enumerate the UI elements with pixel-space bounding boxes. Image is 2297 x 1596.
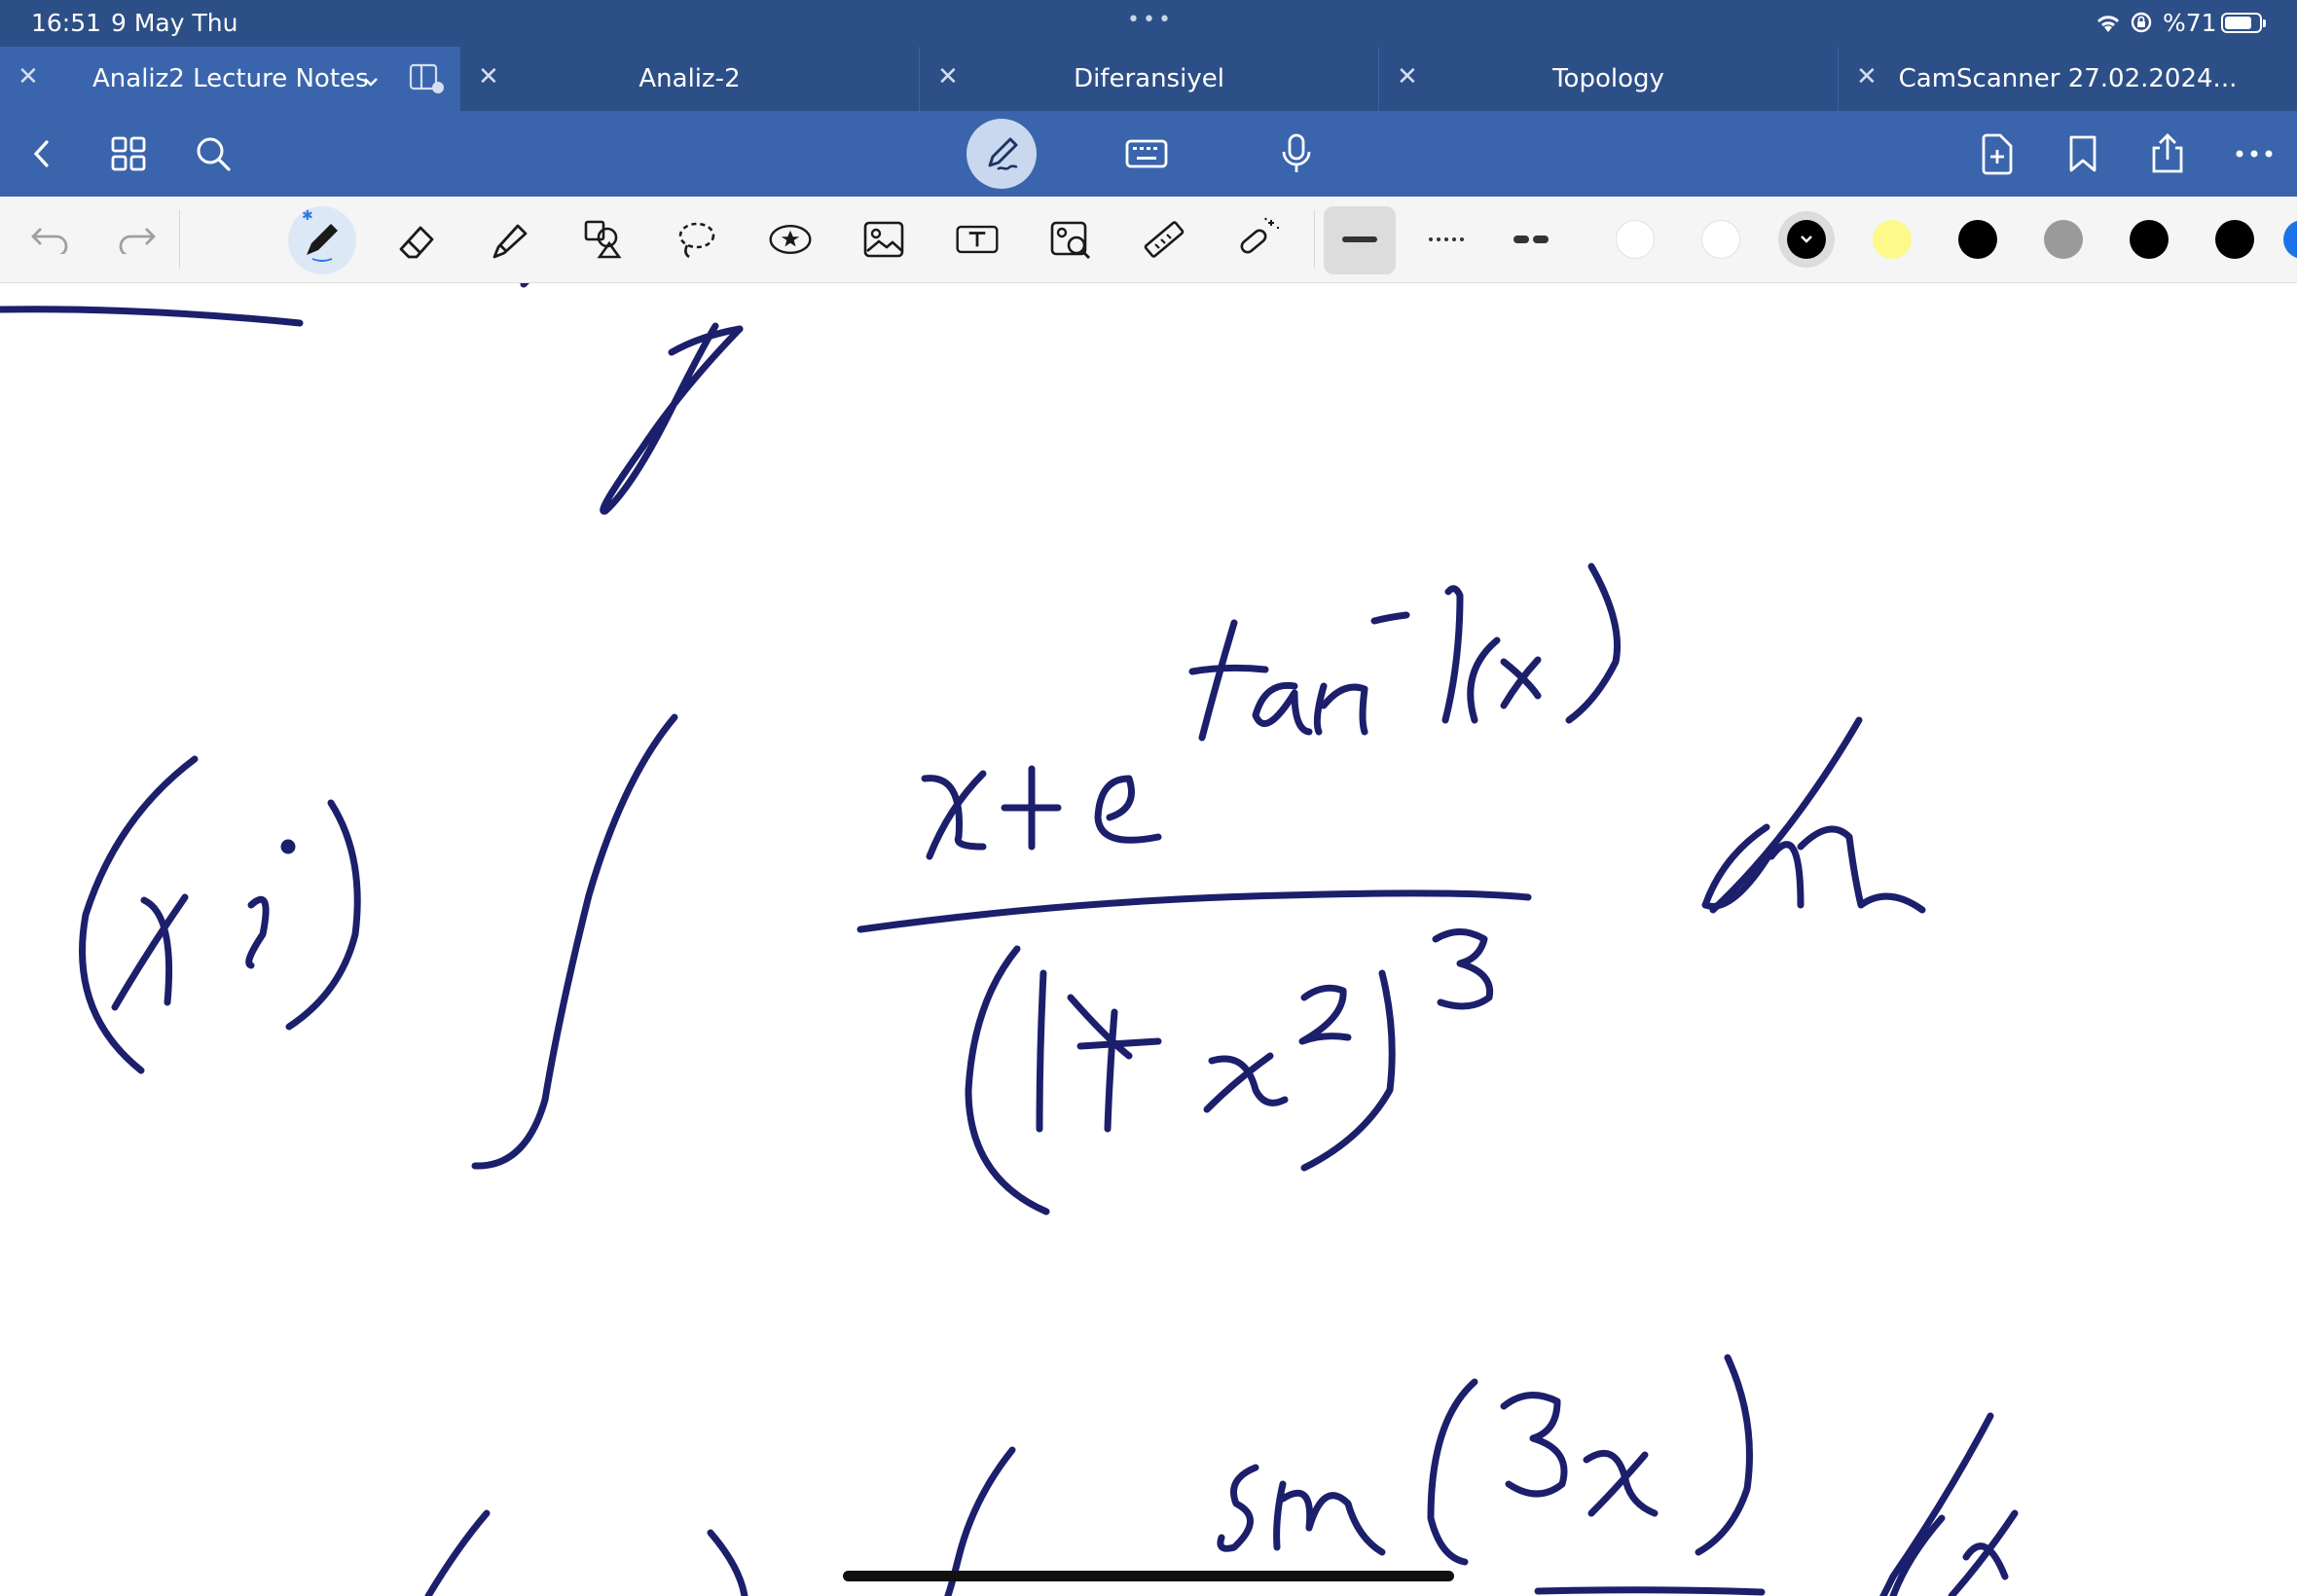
share-icon[interactable]: [2146, 132, 2189, 175]
redo-icon[interactable]: [113, 216, 160, 263]
chevron-down-icon: [1801, 236, 1812, 243]
color-swatch[interactable]: [1701, 220, 1740, 259]
toolbar-divider: [1314, 210, 1315, 269]
notebook-page[interactable]: [0, 283, 2297, 1596]
status-date: 9 May Thu: [111, 9, 238, 37]
lasso-tool-icon[interactable]: [674, 216, 720, 263]
stroke-dotted-icon[interactable]: [1423, 216, 1470, 263]
image-tool-icon[interactable]: [860, 216, 907, 263]
status-bar: 16:51 9 May Thu ••• %71: [0, 0, 2297, 47]
wifi-icon: [2095, 12, 2122, 40]
color-swatch[interactable]: [2215, 220, 2254, 259]
rotation-lock-icon: [2130, 11, 2153, 40]
pen-mode-icon[interactable]: [966, 119, 1037, 189]
tab-analiz2-lecture-notes[interactable]: ✕ Analiz2 Lecture Notes: [0, 47, 459, 111]
stroke-solid-icon[interactable]: [1336, 216, 1383, 263]
main-toolbar: [0, 111, 2297, 197]
tab-analiz-2[interactable]: ✕ Analiz-2: [459, 47, 919, 111]
color-swatch[interactable]: [2130, 220, 2169, 259]
close-tab-icon[interactable]: ✕: [18, 62, 39, 91]
more-icon[interactable]: [2233, 132, 2276, 175]
color-swatch[interactable]: [1787, 220, 1826, 259]
bookmark-icon[interactable]: [2061, 132, 2104, 175]
drawing-tools-bar: ✱: [0, 197, 2297, 283]
chevron-down-icon[interactable]: [362, 66, 380, 95]
undo-icon[interactable]: [27, 216, 74, 263]
microphone-icon[interactable]: [1275, 132, 1318, 175]
color-swatch[interactable]: [1958, 220, 1997, 259]
laser-pointer-tool-icon[interactable]: [1234, 216, 1281, 263]
home-indicator[interactable]: [843, 1571, 1454, 1581]
image-scan-tool-icon[interactable]: [1047, 216, 1094, 263]
color-swatch[interactable]: [1616, 220, 1655, 259]
tab-label: Diferansiyel: [1074, 64, 1224, 93]
highlighter-tool-icon[interactable]: [487, 216, 533, 263]
toolbar-divider: [179, 210, 180, 269]
tab-label: Analiz-2: [638, 64, 741, 93]
color-swatch[interactable]: [1873, 220, 1912, 259]
stroke-dashed-icon[interactable]: [1508, 216, 1554, 263]
status-time: 16:51: [31, 9, 102, 37]
tab-label: CamScanner 27.02.2024...: [1898, 64, 2238, 93]
text-tool-icon[interactable]: [954, 216, 1001, 263]
search-icon[interactable]: [192, 132, 235, 175]
add-page-icon[interactable]: [1976, 132, 2019, 175]
thumbnails-grid-icon[interactable]: [107, 132, 150, 175]
handwritten-ink-canvas: [0, 283, 2019, 1596]
color-swatch[interactable]: [2044, 220, 2083, 259]
document-tab-bar: ✕ Analiz2 Lecture Notes ✕ Analiz-2 ✕ Dif…: [0, 47, 2297, 111]
multitasking-dots-icon[interactable]: •••: [1127, 8, 1174, 32]
back-chevron-icon[interactable]: [21, 132, 64, 175]
keyboard-icon[interactable]: [1125, 132, 1168, 175]
color-swatch[interactable]: [2283, 220, 2297, 259]
tab-camscanner[interactable]: ✕ CamScanner 27.02.2024...: [1838, 47, 2297, 111]
tab-label: Analiz2 Lecture Notes: [92, 64, 369, 93]
tab-diferansiyel[interactable]: ✕ Diferansiyel: [919, 47, 1378, 111]
battery-percent: %71: [2163, 9, 2217, 37]
split-view-icon[interactable]: [409, 62, 444, 100]
ruler-tool-icon[interactable]: [1141, 216, 1187, 263]
battery-icon: [2221, 13, 2266, 33]
eraser-tool-icon[interactable]: [393, 216, 440, 263]
tab-topology[interactable]: ✕ Topology: [1378, 47, 1838, 111]
tab-label: Topology: [1552, 64, 1664, 93]
sticker-tool-icon[interactable]: [767, 216, 814, 263]
shapes-tool-icon[interactable]: [580, 216, 627, 263]
pen-tool-icon[interactable]: [299, 216, 346, 263]
